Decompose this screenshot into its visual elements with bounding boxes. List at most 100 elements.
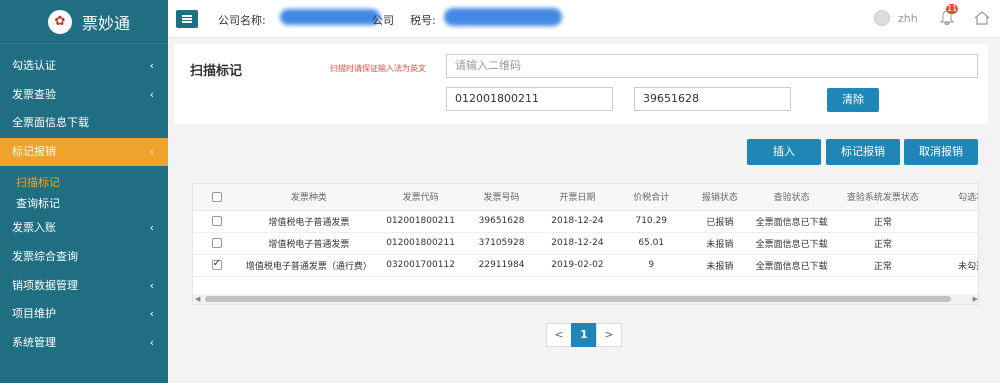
sidebar-item-checkbox-auth[interactable]: 勾选认证 ‹	[0, 52, 168, 81]
sidebar-item-sales-data[interactable]: 销项数据管理 ‹	[0, 272, 168, 301]
insert-button[interactable]: 插入	[747, 139, 821, 165]
sidebar-item-label: 勾选认证	[12, 59, 56, 72]
column-header[interactable]: 发票代码	[377, 184, 464, 211]
avatar	[874, 10, 890, 26]
scroll-left-arrow-icon[interactable]: ◀	[195, 295, 200, 303]
scroll-right-arrow-icon[interactable]: ▶	[973, 295, 978, 303]
cell-verify: 全票面信息已下载	[752, 254, 831, 277]
sidebar-item-label: 标记报销	[12, 144, 56, 158]
sidebar-menu: 勾选认证 ‹ 发票查验 ‹ 全票面信息下载 标记报销 ‹ 扫描标记 查询标记 发…	[0, 52, 168, 357]
sidebar-item-label: 项目维护	[12, 307, 56, 321]
cell-code: 012001800211	[377, 210, 464, 233]
cell-code: 012001800211	[377, 232, 464, 255]
sidebar-item-label: 发票查验	[12, 87, 56, 101]
sidebar-subitem-scan-mark[interactable]: 扫描标记	[0, 172, 168, 193]
invoice-table: 发票种类 发票代码 发票号码 开票日期 价税合计 报销状态 查验状态 查验系统发…	[192, 183, 979, 305]
home-icon[interactable]	[974, 10, 990, 26]
cancel-reimburse-button[interactable]: 取消报销	[904, 139, 978, 165]
sidebar-item-label: 发票综合查询	[12, 249, 78, 263]
sidebar-item-invoice-query[interactable]: 发票综合查询	[0, 243, 168, 272]
cell-code: 032001700112	[377, 254, 464, 277]
sidebar: ✿ 票妙通 勾选认证 ‹ 发票查验 ‹ 全票面信息下载 标记报销 ‹ 扫描标记 …	[0, 0, 168, 383]
table-row[interactable]: 增值税电子普通发票（通行费） 032001700112 22911984 201…	[193, 254, 978, 277]
cell-date: 2018-12-24	[539, 210, 616, 233]
cell-check	[935, 210, 978, 233]
row-checkbox[interactable]	[211, 215, 222, 226]
scan-hint: 扫描时请保证输入法为英文	[330, 64, 426, 73]
column-header[interactable]: 开票日期	[539, 184, 616, 211]
cell-date: 2019-02-02	[539, 254, 616, 277]
tax-label: 税号:	[410, 14, 436, 27]
clear-button[interactable]: 清除	[827, 88, 879, 112]
sidebar-item-mark-reimburse[interactable]: 标记报销 ‹	[0, 137, 168, 167]
qr-code-input[interactable]: 请输入二维码	[446, 54, 978, 78]
sidebar-item-label: 系统管理	[12, 335, 56, 349]
cell-reimb: 未报销	[687, 232, 753, 255]
chevron-left-icon: ‹	[149, 59, 154, 72]
company-label: 公司名称:	[218, 14, 266, 27]
sidebar-item-full-download[interactable]: 全票面信息下载	[0, 109, 168, 138]
cell-check: 未勾选	[935, 254, 978, 277]
column-header[interactable]: 勾选状	[935, 184, 978, 211]
logo-icon: ✿	[48, 9, 72, 34]
menu-toggle-button[interactable]	[176, 10, 198, 28]
sidebar-subitem-query-mark[interactable]: 查询标记	[0, 193, 168, 214]
cell-number: 37105928	[463, 232, 540, 255]
chevron-left-icon: ‹	[149, 278, 154, 292]
sidebar-item-invoice-verify[interactable]: 发票查验 ‹	[0, 81, 168, 110]
cell-sys-status: 正常	[830, 232, 936, 255]
cell-number: 22911984	[463, 254, 540, 277]
cell-total: 9	[615, 254, 688, 277]
scrollbar-thumb[interactable]	[205, 296, 951, 302]
next-page-button[interactable]: >	[596, 323, 622, 347]
hamburger-icon	[182, 15, 192, 23]
sidebar-item-label: 发票入账	[12, 221, 56, 235]
cell-number: 39651628	[463, 210, 540, 233]
column-header[interactable]: 报销状态	[687, 184, 753, 211]
chevron-left-icon: ‹	[149, 144, 154, 158]
column-header[interactable]: 查验状态	[752, 184, 831, 211]
mark-reimburse-button[interactable]: 标记报销	[826, 139, 900, 165]
scan-panel: 扫描标记 扫描时请保证输入法为英文 请输入二维码 012001800211 39…	[174, 44, 988, 124]
cell-sys-status: 正常	[830, 254, 936, 277]
brand: ✿ 票妙通	[0, 0, 168, 44]
column-header[interactable]: 价税合计	[615, 184, 688, 211]
company-suffix: 公司	[372, 14, 394, 27]
page-title: 扫描标记	[190, 64, 243, 79]
cell-date: 2018-12-24	[539, 232, 616, 255]
table-row[interactable]: 增值税电子普通发票 012001800211 37105928 2018-12-…	[193, 232, 978, 255]
column-header[interactable]: 发票种类	[240, 184, 378, 211]
user-menu[interactable]: zhh	[874, 10, 918, 26]
column-header[interactable]: 发票号码	[463, 184, 540, 211]
cell-verify: 全票面信息已下载	[752, 210, 831, 233]
sidebar-item-project[interactable]: 项目维护 ‹	[0, 300, 168, 329]
sidebar-item-label: 销项数据管理	[12, 278, 78, 292]
chevron-left-icon: ‹	[149, 87, 154, 101]
topbar: 公司名称: 公司 税号: zhh 11	[168, 0, 1000, 38]
cell-verify: 全票面信息已下载	[752, 232, 831, 255]
prev-page-button[interactable]: <	[546, 323, 572, 347]
cell-total: 65.01	[615, 232, 688, 255]
select-all-checkbox[interactable]	[211, 191, 222, 202]
page-1-button[interactable]: 1	[571, 323, 597, 347]
row-checkbox[interactable]	[211, 237, 222, 248]
table-row[interactable]: 增值税电子普通发票 012001800211 39651628 2018-12-…	[193, 210, 978, 233]
pagination: < 1 >	[546, 323, 622, 347]
column-header[interactable]: 查验系统发票状态	[830, 184, 936, 211]
sidebar-item-invoice-account[interactable]: 发票入账 ‹	[0, 214, 168, 243]
app-title: 票妙通	[82, 13, 131, 33]
cell-check	[935, 232, 978, 255]
table-header: 发票种类 发票代码 发票号码 开票日期 价税合计 报销状态 查验状态 查验系统发…	[193, 184, 978, 211]
invoice-number-input[interactable]: 39651628	[634, 87, 791, 111]
chevron-left-icon: ‹	[149, 221, 154, 235]
chevron-left-icon: ‹	[149, 307, 154, 321]
cell-reimb: 未报销	[687, 254, 753, 277]
row-checkbox[interactable]	[211, 258, 222, 270]
cell-type: 增值税电子普通发票（通行费）	[240, 254, 378, 277]
invoice-code-input[interactable]: 012001800211	[446, 87, 613, 111]
cell-type: 增值税电子普通发票	[240, 210, 378, 233]
sidebar-item-system[interactable]: 系统管理 ‹	[0, 329, 168, 358]
redacted-tax-number	[444, 8, 562, 26]
horizontal-scrollbar[interactable]: ◀ ▶	[193, 294, 978, 304]
cell-sys-status: 正常	[830, 210, 936, 233]
